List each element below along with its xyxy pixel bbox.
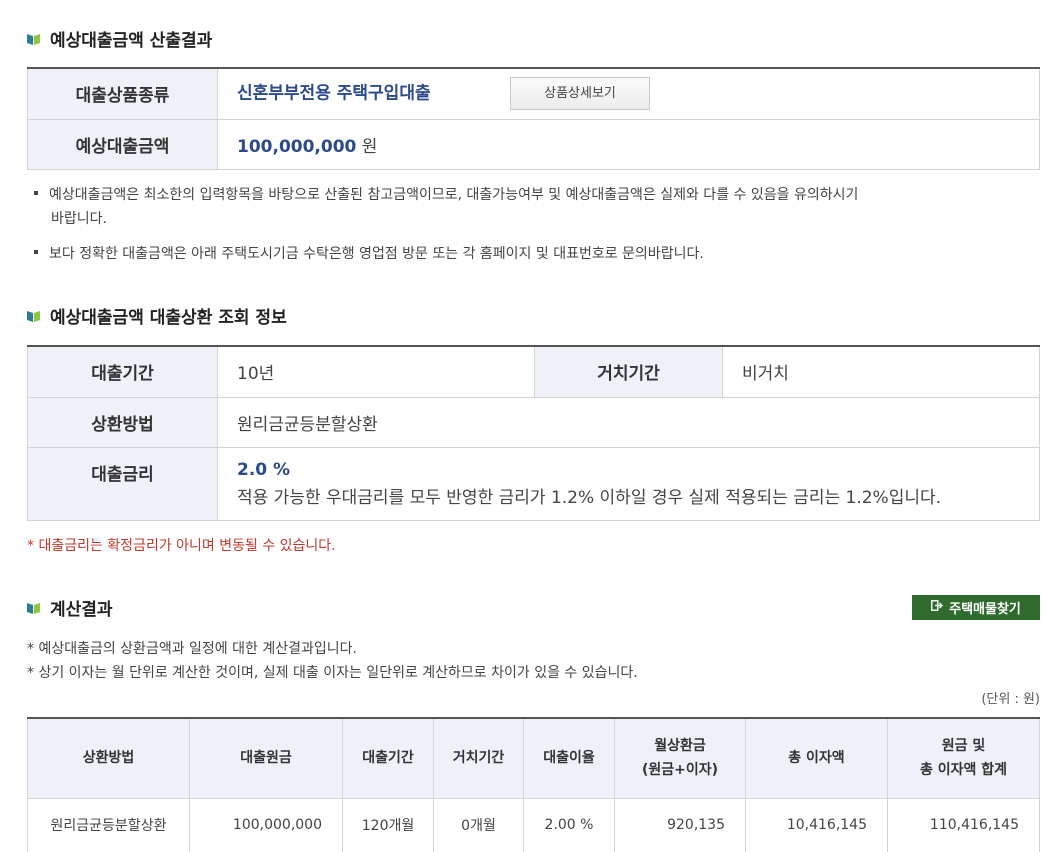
product-cell: 신혼부부전용 주택구입대출 상품상세보기 [217,68,1040,120]
book-icon [27,602,40,614]
col-method: 상환방법 [27,718,190,799]
unit-label: (단위 : 원) [981,692,1040,707]
notice-1-text-cont: 바랍니다. [51,211,107,227]
repayment-info-table: 대출기간 10년 거치기간 비거치 상환방법 원리금균등분할상환 대출금리 2.… [27,345,1040,521]
amount-label: 예상대출금액 [27,119,218,170]
col-period: 대출기간 [342,718,434,799]
col-grace: 거치기간 [433,718,524,799]
calc-note-1: * 예상대출금의 상환금액과 일정에 대한 계산결과입니다. [27,641,357,657]
exit-arrow-icon [931,600,944,615]
amount-unit: 원 [361,136,378,157]
period-value: 10년 [217,346,535,398]
col-rate: 대출이율 [523,718,615,799]
amount-value: 100,000,000 [237,136,357,157]
col-monthly: 월상환금 (원금+이자) [614,718,746,799]
grace-value: 비거치 [722,346,1040,398]
rate-cell: 2.0 % 적용 가능한 우대금리를 모두 반영한 금리가 1.2% 이하일 경… [217,447,1040,521]
rate-warning: * 대출금리는 확정금리가 아니며 변동될 수 있습니다. [27,538,336,554]
result-table: 대출상품종류 신혼부부전용 주택구입대출 상품상세보기 예상대출금액 100,0… [27,67,1040,170]
amount-cell: 100,000,000 원 [217,119,1040,170]
bullet-icon [34,191,38,195]
product-label: 대출상품종류 [27,68,218,120]
calc-result-table: 상환방법 대출원금 대출기간 거치기간 대출이율 월상환금 (원금+이자) 총 … [27,717,1040,852]
section-title-text: 예상대출금액 산출결과 [50,31,213,51]
bullet-icon [34,250,38,254]
notice-2-text: 보다 정확한 대출금액은 아래 주택도시기금 수탁은행 영업점 방문 또는 각 … [49,246,704,262]
product-detail-button[interactable]: 상품상세보기 [510,77,651,111]
col-total: 원금 및 총 이자액 합계 [887,718,1040,799]
section-title-result: 예상대출금액 산출결과 [27,26,212,51]
calc-note-2: * 상기 이자는 월 단위로 계산한 것이며, 실제 대출 이자는 일단위로 계… [27,665,638,681]
find-house-button[interactable]: 주택매물찾기 [912,595,1040,620]
col-interest: 총 이자액 [745,718,888,799]
rate-note: 적용 가능한 우대금리를 모두 반영한 금리가 1.2% 이하일 경우 실제 적… [237,487,942,508]
notice-1: 예상대출금액은 최소한의 입력항목을 바탕으로 산출된 참고금액이므로, 대출가… [34,183,1024,231]
find-house-label: 주택매물찾기 [949,602,1021,617]
cell-principal: 100,000,000 [189,798,343,852]
cell-period: 120개월 [342,798,434,852]
col-monthly-line1: 월상환금 [654,738,706,755]
table-row: 원리금균등분할상환 100,000,000 120개월 0개월 2.00 % 9… [27,798,1040,852]
period-label: 대출기간 [27,346,218,398]
cell-monthly: 920,135 [614,798,746,852]
table-header-row: 상환방법 대출원금 대출기간 거치기간 대출이율 월상환금 (원금+이자) 총 … [27,718,1040,799]
cell-total: 110,416,145 [887,798,1040,852]
cell-method: 원리금균등분할상환 [27,798,190,852]
section-title-calc: 계산결과 [27,595,113,620]
cell-grace: 0개월 [433,798,524,852]
cell-interest: 10,416,145 [745,798,888,852]
rate-value: 2.0 % [237,459,291,480]
notice-1-text: 예상대출금액은 최소한의 입력항목을 바탕으로 산출된 참고금액이므로, 대출가… [49,187,859,203]
product-value: 신혼부부전용 주택구입대출 [237,83,431,104]
grace-label: 거치기간 [534,346,723,398]
col-principal: 대출원금 [189,718,343,799]
method-value: 원리금균등분할상환 [217,397,1040,448]
cell-rate: 2.00 % [523,798,615,852]
rate-label: 대출금리 [27,447,218,521]
notice-2: 보다 정확한 대출금액은 아래 주택도시기금 수탁은행 영업점 방문 또는 각 … [34,242,1024,266]
col-total-line1: 원금 및 [941,738,986,755]
section-title-text: 계산결과 [50,600,113,620]
book-icon [27,33,40,45]
col-total-line2: 총 이자액 합계 [919,762,1008,779]
section-title-text: 예상대출금액 대출상환 조회 정보 [50,308,287,328]
col-monthly-line2: (원금+이자) [641,762,719,779]
book-icon [27,310,40,322]
method-label: 상환방법 [27,397,218,448]
section-title-repayment: 예상대출금액 대출상환 조회 정보 [27,303,287,328]
